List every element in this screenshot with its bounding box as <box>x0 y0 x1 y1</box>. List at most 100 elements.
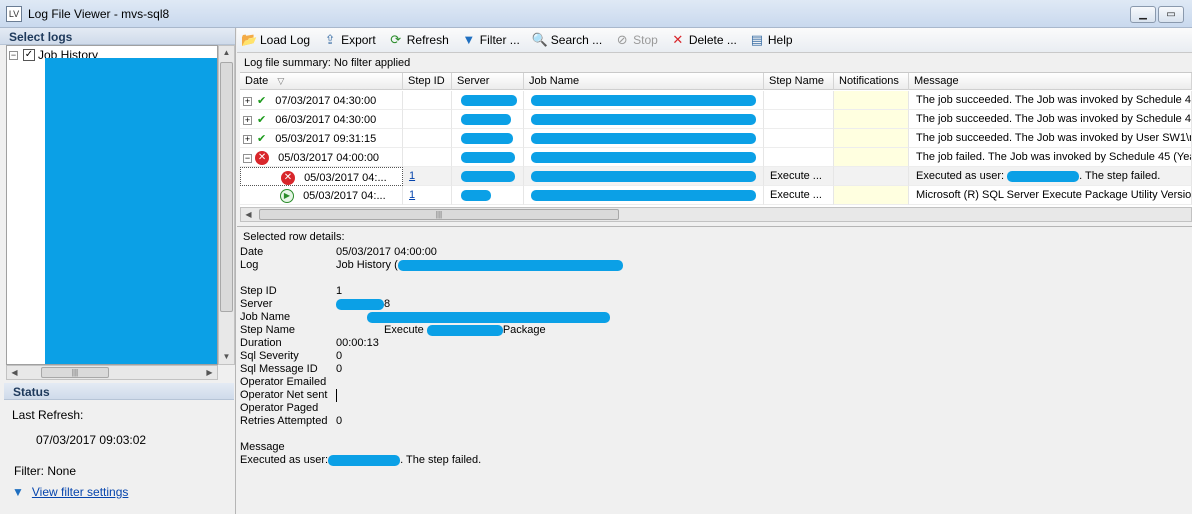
table-row[interactable]: + ✔ 07/03/2017 04:30:00 The job succeeded… <box>240 91 1192 110</box>
filter-icon: ▼ <box>462 32 476 47</box>
toolbar: 📂 Load Log ⇪ Export ⟳ Refresh ▼ Filter ... 🔍… <box>237 28 1192 53</box>
column-header-message[interactable]: Message <box>909 73 1192 90</box>
redacted-server <box>461 94 517 106</box>
search-button[interactable]: 🔍 Search ... <box>532 32 602 48</box>
row-notifications <box>834 91 909 110</box>
column-header-server[interactable]: Server <box>452 73 524 90</box>
expand-icon[interactable]: + <box>243 96 252 106</box>
row-message: The job succeeded. The Job was invoked b… <box>909 110 1192 129</box>
table-row-selected[interactable]: ✕ 05/03/2017 04:... 1 Execute ... Execut… <box>240 167 1192 186</box>
detail-step-name-value: Execute Package <box>384 324 546 336</box>
error-icon: ✕ <box>281 171 295 185</box>
column-header-step-id[interactable]: Step ID <box>403 73 452 90</box>
expand-icon[interactable]: + <box>243 134 252 144</box>
select-logs-header: Select logs <box>0 28 235 45</box>
scroll-thumb[interactable]: ||| <box>41 367 109 378</box>
row-date: 05/03/2017 04:... <box>303 189 386 202</box>
redacted-job-name <box>531 151 756 163</box>
row-step-name: Execute ... <box>764 186 834 205</box>
grid-horizontal-scrollbar[interactable]: ◀ ||| <box>240 207 1192 222</box>
load-log-button[interactable]: 📂 Load Log <box>241 32 310 48</box>
table-row[interactable]: ▶ 05/03/2017 04:... 1 Execute ... Micros… <box>240 186 1192 205</box>
log-tree: − ✓ Job History <box>6 45 218 365</box>
collapse-icon[interactable]: − <box>243 153 252 163</box>
redacted-job-name <box>531 94 756 106</box>
redacted-server <box>461 151 515 163</box>
date-header-label: Date <box>245 75 269 87</box>
scroll-left-icon[interactable]: ◀ <box>241 208 256 221</box>
scroll-down-icon[interactable]: ▼ <box>219 350 234 363</box>
view-filter-settings[interactable]: ▼ View filter settings <box>12 485 128 499</box>
detail-sql-message-id-label: Sql Message ID <box>240 363 318 375</box>
refresh-button[interactable]: ⟳ Refresh <box>388 32 448 48</box>
row-message: The job failed. The Job was invoked by S… <box>909 148 1192 167</box>
row-date: 05/03/2017 04:00:00 <box>278 151 380 164</box>
view-filter-settings-link[interactable]: View filter settings <box>32 485 129 499</box>
row-step-id-link[interactable]: 1 <box>403 186 452 205</box>
detail-job-name-label: Job Name <box>240 311 291 323</box>
detail-operator-paged-label: Operator Paged <box>240 402 319 414</box>
scroll-right-icon[interactable]: ▶ <box>202 366 217 379</box>
row-date: 05/03/2017 04:... <box>304 171 387 184</box>
row-notifications <box>834 129 909 148</box>
column-header-job-name[interactable]: Job Name <box>524 73 764 90</box>
row-step-id <box>403 129 452 148</box>
job-history-checkbox[interactable]: ✓ <box>23 49 35 61</box>
scroll-left-icon[interactable]: ◀ <box>7 366 22 379</box>
filter-button[interactable]: ▼ Filter ... <box>461 32 519 48</box>
redacted-package <box>426 324 503 336</box>
table-row[interactable]: − ✕ 05/03/2017 04:00:00 The job failed. … <box>240 148 1192 167</box>
redacted-user <box>1007 170 1080 182</box>
left-panel: Select logs − ✓ Job History ▲ ▼ ◀ ||| ▶ … <box>0 28 236 514</box>
detail-retries-label: Retries Attempted <box>240 415 328 427</box>
detail-date-label: Date <box>240 246 264 258</box>
export-button[interactable]: ⇪ Export <box>322 32 376 48</box>
redacted-server <box>461 170 515 182</box>
redacted-job-name <box>367 311 610 323</box>
tree-horizontal-scrollbar[interactable]: ◀ ||| ▶ <box>6 365 218 380</box>
redacted-user <box>328 454 401 466</box>
row-message: The job succeeded. The Job was invoked b… <box>909 129 1192 148</box>
delete-icon: ✕ <box>672 32 684 47</box>
row-details-panel: Selected row details: Date 05/03/2017 04… <box>237 226 1192 514</box>
row-date: 07/03/2017 04:30:00 <box>275 95 377 107</box>
column-header-notifications[interactable]: Notifications <box>834 73 909 90</box>
stop-button[interactable]: ⊘ Stop <box>614 32 658 48</box>
load-log-label: Load Log <box>260 33 311 47</box>
detail-server-suffix: 8 <box>384 298 391 310</box>
column-header-date[interactable]: Date ▽ <box>240 73 403 90</box>
collapse-icon[interactable]: − <box>9 50 18 60</box>
tree-vertical-scrollbar[interactable]: ▲ ▼ <box>218 45 235 365</box>
help-button[interactable]: ▤ Help <box>749 32 793 48</box>
redacted-log-name <box>397 259 623 271</box>
row-step-id <box>403 148 452 167</box>
detail-sql-severity-value: 0 <box>336 350 343 362</box>
column-header-step-name[interactable]: Step Name <box>764 73 834 90</box>
help-label: Help <box>767 33 793 47</box>
detail-sql-severity-label: Sql Severity <box>240 350 299 362</box>
export-label: Export <box>341 33 376 47</box>
row-step-name <box>764 129 834 148</box>
table-row[interactable]: + ✔ 06/03/2017 04:30:00 The job succeeded… <box>240 110 1192 129</box>
delete-button[interactable]: ✕ Delete ... <box>670 32 736 48</box>
row-step-id-link[interactable]: 1 <box>403 167 452 186</box>
detail-step-name-prefix: Execute <box>384 324 424 336</box>
stop-label: Stop <box>633 33 658 47</box>
detail-log-value: Job History ( <box>336 259 623 271</box>
last-refresh-label: Last Refresh: <box>12 408 84 422</box>
title-bar: LV Log File Viewer - mvs-sql8 ▁ ▭ <box>0 0 1192 28</box>
app-icon: LV <box>6 6 22 22</box>
detail-step-name-label: Step Name <box>240 324 296 336</box>
scroll-thumb[interactable] <box>220 62 233 312</box>
expand-icon[interactable]: + <box>243 115 252 125</box>
detail-message-prefix: Executed as user: <box>240 454 329 466</box>
scroll-thumb[interactable]: ||| <box>259 209 619 220</box>
minimize-button[interactable]: ▁ <box>1130 6 1156 23</box>
detail-server-value: 8 <box>336 298 390 310</box>
maximize-button[interactable]: ▭ <box>1158 6 1184 23</box>
scroll-up-icon[interactable]: ▲ <box>219 46 234 59</box>
row-step-name <box>764 91 834 110</box>
redacted-server <box>461 113 511 125</box>
help-icon: ▤ <box>750 32 764 47</box>
table-row[interactable]: + ✔ 05/03/2017 09:31:15 The job succeeded… <box>240 129 1192 148</box>
